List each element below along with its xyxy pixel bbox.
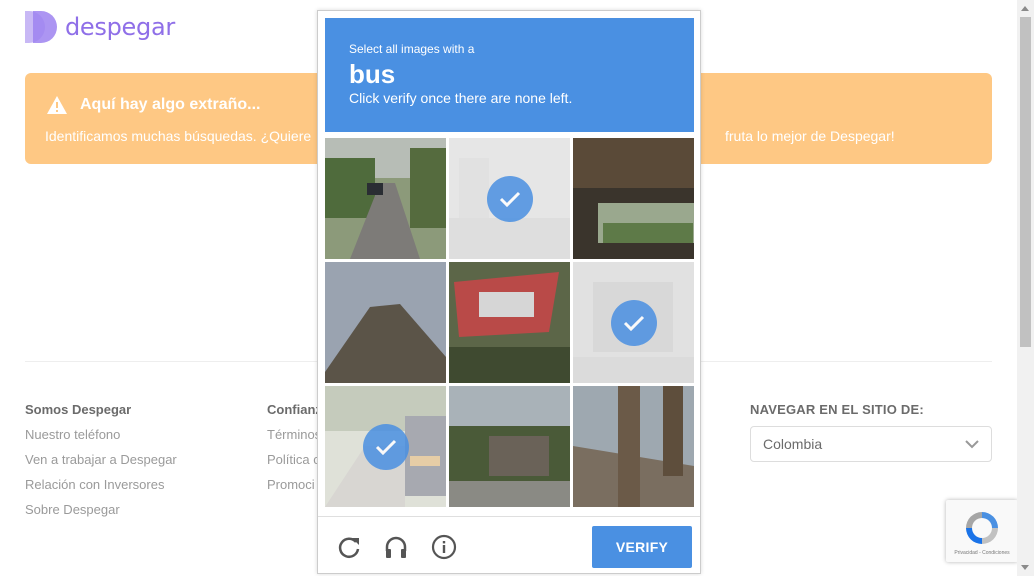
billboard-car-image: [449, 262, 570, 383]
footer-link-sobre[interactable]: Sobre Despegar: [25, 502, 177, 517]
banner-text-left: Identificamos muchas búsquedas. ¿Quiere: [45, 128, 312, 144]
footer-link-trabajar[interactable]: Ven a trabajar a Despegar: [25, 452, 177, 467]
selected-check-icon: [611, 300, 657, 346]
info-icon[interactable]: [431, 534, 457, 560]
scroll-down-arrow-icon[interactable]: [1021, 565, 1029, 570]
site-navigation: NAVEGAR EN EL SITIO DE: Colombia: [750, 402, 992, 462]
building-trees-image: [449, 386, 570, 507]
footer-link-telefono[interactable]: Nuestro teléfono: [25, 427, 177, 442]
footer-link-politica[interactable]: Política c: [267, 452, 322, 467]
captcha-tile-5[interactable]: [449, 262, 570, 383]
recaptcha-badge[interactable]: Privacidad - Condiciones: [946, 500, 1018, 562]
page-scrollbar[interactable]: [1017, 0, 1034, 576]
recaptcha-badge-text[interactable]: Privacidad - Condiciones: [946, 550, 1018, 556]
audio-challenge-icon[interactable]: [383, 534, 409, 560]
site-nav-heading: NAVEGAR EN EL SITIO DE:: [750, 402, 924, 417]
selected-check-icon: [363, 424, 409, 470]
captcha-tile-3[interactable]: [573, 138, 694, 259]
captcha-challenge: Select all images with a bus Click verif…: [317, 10, 701, 574]
footer-col2-heading: Confianz: [267, 402, 322, 417]
banner-title: Aquí hay algo extraño...: [80, 96, 261, 113]
footer-link-promociones[interactable]: Promoci: [267, 477, 322, 492]
recaptcha-logo-icon: [966, 512, 998, 544]
reload-icon[interactable]: [336, 534, 362, 560]
banner-text-right: fruta lo mejor de Despegar!: [725, 128, 895, 144]
despegar-logo[interactable]: despegar: [25, 11, 175, 43]
captcha-tile-7[interactable]: [325, 386, 446, 507]
footer-col-somos-despegar: Somos Despegar Nuestro teléfono Ven a tr…: [25, 402, 177, 527]
captcha-footer: VERIFY: [318, 516, 700, 573]
footer-col-confianza: Confianz Términos Política c Promoci: [267, 402, 322, 502]
selected-check-icon: [487, 176, 533, 222]
captcha-instruction-post: Click verify once there are none left.: [349, 90, 573, 106]
captcha-instructions: Select all images with a bus Click verif…: [325, 18, 694, 132]
captcha-image-grid: [325, 138, 694, 507]
page: despegar Aquí hay algo extraño... Identi…: [0, 0, 1034, 576]
warning-icon: [47, 96, 67, 114]
scroll-up-arrow-icon[interactable]: [1021, 6, 1029, 11]
scroll-thumb[interactable]: [1020, 17, 1031, 347]
brand-name: despegar: [65, 13, 175, 41]
logo-mark-icon: [25, 11, 57, 43]
chevron-down-icon: [965, 439, 979, 448]
captcha-tile-4[interactable]: [325, 262, 446, 383]
country-select-value: Colombia: [763, 436, 823, 452]
country-select[interactable]: Colombia: [750, 426, 992, 462]
captcha-tile-2[interactable]: [449, 138, 570, 259]
captcha-tile-8[interactable]: [449, 386, 570, 507]
hill-image: [325, 262, 446, 383]
verify-button[interactable]: VERIFY: [592, 526, 692, 568]
captcha-tile-6[interactable]: [573, 262, 694, 383]
bridge-underside-image: [573, 138, 694, 259]
overpass-image: [573, 386, 694, 507]
captcha-target-word: bus: [349, 59, 396, 89]
footer-col1-heading: Somos Despegar: [25, 402, 132, 417]
captcha-instruction-pre: Select all images with a: [349, 42, 475, 56]
captcha-tile-9[interactable]: [573, 386, 694, 507]
road-car-image: [325, 138, 446, 259]
captcha-tile-1[interactable]: [325, 138, 446, 259]
footer-link-terminos[interactable]: Términos: [267, 427, 322, 442]
footer-link-inversores[interactable]: Relación con Inversores: [25, 477, 177, 492]
